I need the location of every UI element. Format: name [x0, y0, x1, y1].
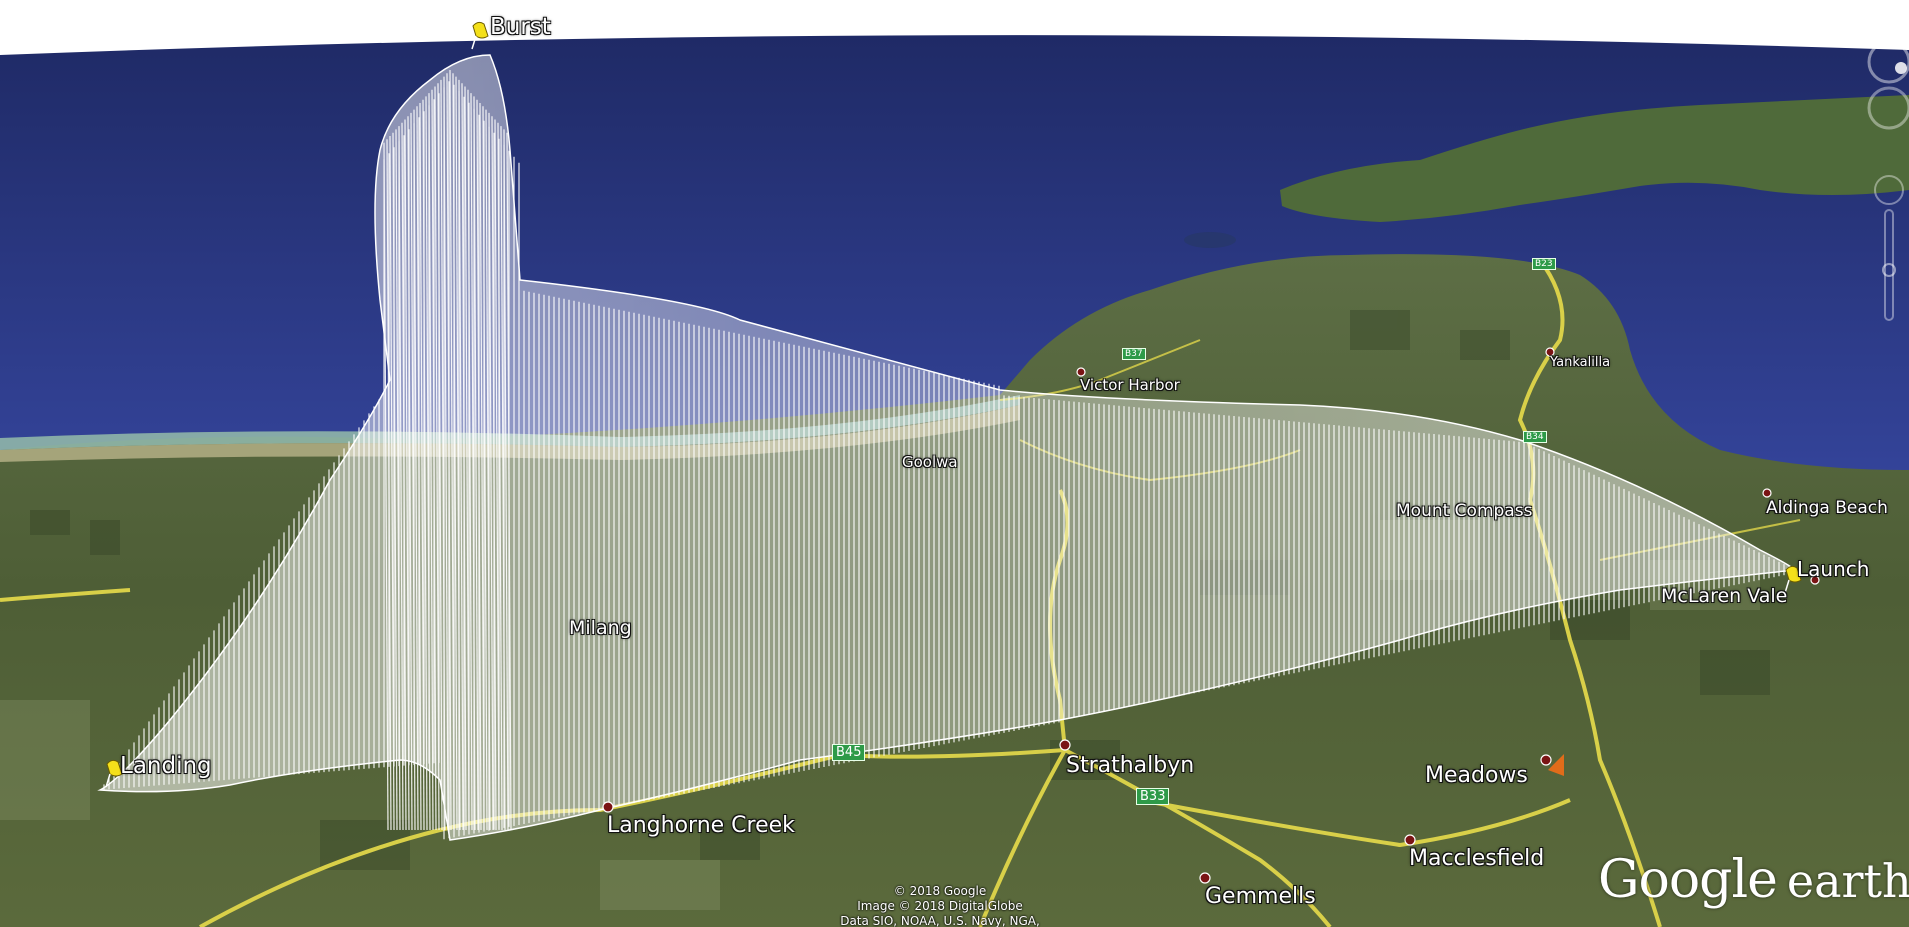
credit-line-2: Image © 2018 DigitalGlobe	[857, 899, 1023, 913]
town-label-langhorne-creek[interactable]: Langhorne Creek	[607, 813, 795, 838]
town-label-goolwa[interactable]: Goolwa	[902, 453, 958, 471]
look-joystick-icon	[1867, 86, 1909, 130]
town-label-mclaren-vale[interactable]: McLaren Vale	[1661, 585, 1787, 607]
google-earth-logo: Google earth	[1598, 850, 1909, 910]
map-viewport[interactable]: Burst Landing Launch Victor Harbor Yanka…	[0, 0, 1909, 927]
credit-line-3: Data SIO, NOAA, U.S. Navy, NGA, GEBCO	[840, 914, 1040, 927]
move-joystick-icon	[1874, 175, 1904, 205]
credit-line-1: © 2018 Google	[893, 884, 987, 898]
road-shield-b45: B45	[832, 744, 866, 761]
town-label-victor-harbor[interactable]: Victor Harbor	[1080, 376, 1180, 394]
town-label-meadows[interactable]: Meadows	[1425, 763, 1528, 788]
pin-label-landing[interactable]: Landing	[120, 753, 212, 779]
town-label-macclesfield[interactable]: Macclesfield	[1409, 846, 1544, 871]
road-shield-b23: B23	[1532, 258, 1556, 270]
road-shield-b33: B33	[1136, 788, 1170, 805]
imagery-credits: © 2018 Google Image © 2018 DigitalGlobe …	[820, 884, 1060, 927]
pin-label-burst[interactable]: Burst	[490, 14, 551, 40]
north-icon	[1895, 62, 1907, 74]
logo-earth-text: earth	[1786, 854, 1909, 908]
town-label-aldinga-beach[interactable]: Aldinga Beach	[1766, 498, 1888, 518]
town-label-milang[interactable]: Milang	[569, 617, 632, 639]
navigation-controls[interactable]	[1849, 40, 1909, 340]
road-shield-b34: B34	[1523, 431, 1547, 443]
pin-label-launch[interactable]: Launch	[1797, 557, 1869, 581]
road-shield-b37: B37	[1122, 348, 1146, 360]
town-label-mount-compass[interactable]: Mount Compass	[1396, 501, 1532, 521]
logo-google-text: Google	[1598, 850, 1778, 910]
town-label-strathalbyn[interactable]: Strathalbyn	[1066, 753, 1194, 778]
burst-pin-icon[interactable]	[470, 16, 492, 50]
compass-ring-icon	[1867, 40, 1909, 84]
town-label-gemmells[interactable]: Gemmells	[1205, 884, 1316, 909]
town-label-yankalilla[interactable]: Yankalilla	[1550, 355, 1610, 370]
